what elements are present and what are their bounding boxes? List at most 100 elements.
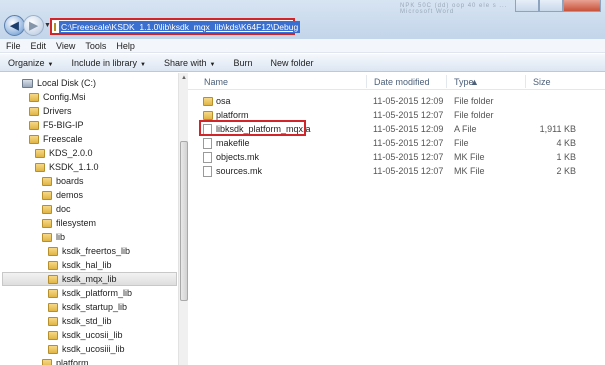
tree-item-label: ksdk_hal_lib [62,260,112,270]
tree-item-label: boards [56,176,84,186]
folder-icon [42,190,52,200]
file-type: File folder [454,110,494,120]
column-header-size[interactable]: Size [533,77,551,87]
column-header-type[interactable]: Type [454,77,474,87]
address-path[interactable]: C:\Freescale\KSDK_1.1.0\lib\ksdk_mqx_lib… [59,20,301,33]
tree-item-ksdk-hal-lib[interactable]: ksdk_hal_lib [48,258,112,272]
column-header-row: ▲ Name Date modified Type Size [188,73,605,90]
share-with-label: Share with [163,57,207,68]
file-name: osa [216,96,231,106]
tree-item-label: ksdk_std_lib [62,316,112,326]
tree-item-ksdk-std-lib[interactable]: ksdk_std_lib [48,314,112,328]
tree-item-ksdk-startup-lib[interactable]: ksdk_startup_lib [48,300,127,314]
tree-item-label: Local Disk (C:) [37,78,97,88]
file-row[interactable]: osa 11-05-2015 12:09 File folder [198,94,598,108]
file-name: platform [216,110,249,120]
tree-item-label: F5-BIG-IP [43,120,84,130]
burn-button[interactable]: Burn [233,58,252,68]
forward-arrow-icon: ▶ [29,20,38,32]
organize-button[interactable]: Organize ▼ [8,58,53,68]
file-icon [203,166,212,177]
tree-item-f5-big-ip[interactable]: F5-BIG-IP [29,118,84,132]
share-with-button[interactable]: Share with ▼ [164,58,215,68]
file-date: 11-05-2015 12:07 [373,166,444,176]
back-button[interactable]: ◀ [4,15,25,36]
folder-icon [35,148,45,158]
file-date: 11-05-2015 12:09 [373,96,444,106]
tree-item-demos[interactable]: demos [42,188,83,202]
menu-edit[interactable]: Edit [31,39,47,52]
include-in-library-button[interactable]: Include in library ▼ [71,58,145,68]
folder-icon [42,176,52,186]
tree-item-label: ksdk_platform_lib [62,288,133,298]
file-size: 4 KB [556,138,576,148]
file-type: A File [454,124,477,134]
tree-item-lib[interactable]: lib [42,230,65,244]
folder-icon [203,97,213,106]
include-in-library-label: Include in library [71,57,138,68]
file-type: File [454,138,469,148]
tree-item-freescale[interactable]: Freescale [29,132,83,146]
menu-file[interactable]: File [6,39,21,52]
tree-item-filesystem[interactable]: filesystem [42,216,96,230]
menu-view[interactable]: View [56,39,75,52]
tree-item-platform[interactable]: platform [42,356,89,365]
file-icon [203,152,212,163]
file-row[interactable]: sources.mk 11-05-2015 12:07 MK File 2 KB [198,164,598,178]
new-folder-button[interactable]: New folder [270,58,313,68]
folder-icon [48,246,58,256]
file-date: 11-05-2015 12:07 [373,110,444,120]
forward-button[interactable]: ▶ [23,15,44,36]
column-header-name[interactable]: Name [204,77,228,87]
tree-item-ksdk-platform-lib[interactable]: ksdk_platform_lib [48,286,132,300]
column-divider[interactable] [446,75,447,88]
burn-label: Burn [233,57,253,68]
tree-item-label: Drivers [43,106,72,116]
highlight-annotation [199,120,306,136]
menu-help[interactable]: Help [116,39,135,52]
folder-icon [203,111,213,120]
tree-item-label: ksdk_mqx_lib [62,274,117,284]
file-size: 1,911 KB [539,124,576,134]
tree-item-label: platform [56,358,89,365]
address-bar[interactable]: C:\Freescale\KSDK_1.1.0\lib\ksdk_mqx_lib… [50,18,301,35]
tree-item-label: KSDK_1.1.0 [49,162,99,172]
folder-icon [42,204,52,214]
tree-item-label: ksdk_startup_lib [62,302,128,312]
close-button[interactable] [563,0,601,12]
folder-icon [42,358,52,365]
tree-item-ksdk-mqx-lib[interactable]: ksdk_mqx_lib [2,272,177,286]
column-divider[interactable] [525,75,526,88]
file-name: makefile [216,138,250,148]
folder-icon [48,302,58,312]
tree-item-config-msi[interactable]: Config.Msi [29,90,86,104]
tree-item-label: doc [56,204,71,214]
tree-item-boards[interactable]: boards [42,174,84,188]
tree-item-ksdk[interactable]: KSDK_1.1.0 [35,160,99,174]
scroll-up-icon[interactable]: ▲ [181,75,187,81]
tree-item-drivers[interactable]: Drivers [29,104,72,118]
tree-item-ksdk-ucosiii-lib[interactable]: ksdk_ucosiii_lib [48,342,125,356]
tree-item-label: KDS_2.0.0 [49,148,93,158]
folder-icon [54,22,56,31]
folder-icon [48,260,58,270]
file-row[interactable]: objects.mk 11-05-2015 12:07 MK File 1 KB [198,150,598,164]
tree-item-ksdk-ucosii-lib[interactable]: ksdk_ucosii_lib [48,328,123,342]
navigation-scrollbar[interactable]: ▲ [178,73,188,365]
minimize-button[interactable] [515,0,539,12]
command-bar: Organize ▼ Include in library ▼ Share with… [0,54,605,72]
folder-icon [48,344,58,354]
tree-item-doc[interactable]: doc [42,202,71,216]
file-name: objects.mk [216,152,260,162]
maximize-button[interactable] [539,0,563,12]
menu-tools[interactable]: Tools [85,39,106,52]
scrollbar-thumb[interactable] [180,141,188,301]
tree-item-kds[interactable]: KDS_2.0.0 [35,146,93,160]
file-row[interactable]: makefile 11-05-2015 12:07 File 4 KB [198,136,598,150]
folder-icon [42,218,52,228]
column-divider[interactable] [366,75,367,88]
tree-item-ksdk-freertos-lib[interactable]: ksdk_freertos_lib [48,244,130,258]
column-header-date[interactable]: Date modified [374,77,430,87]
tree-item-local-disk[interactable]: Local Disk (C:) [22,76,96,90]
folder-icon [29,92,39,102]
